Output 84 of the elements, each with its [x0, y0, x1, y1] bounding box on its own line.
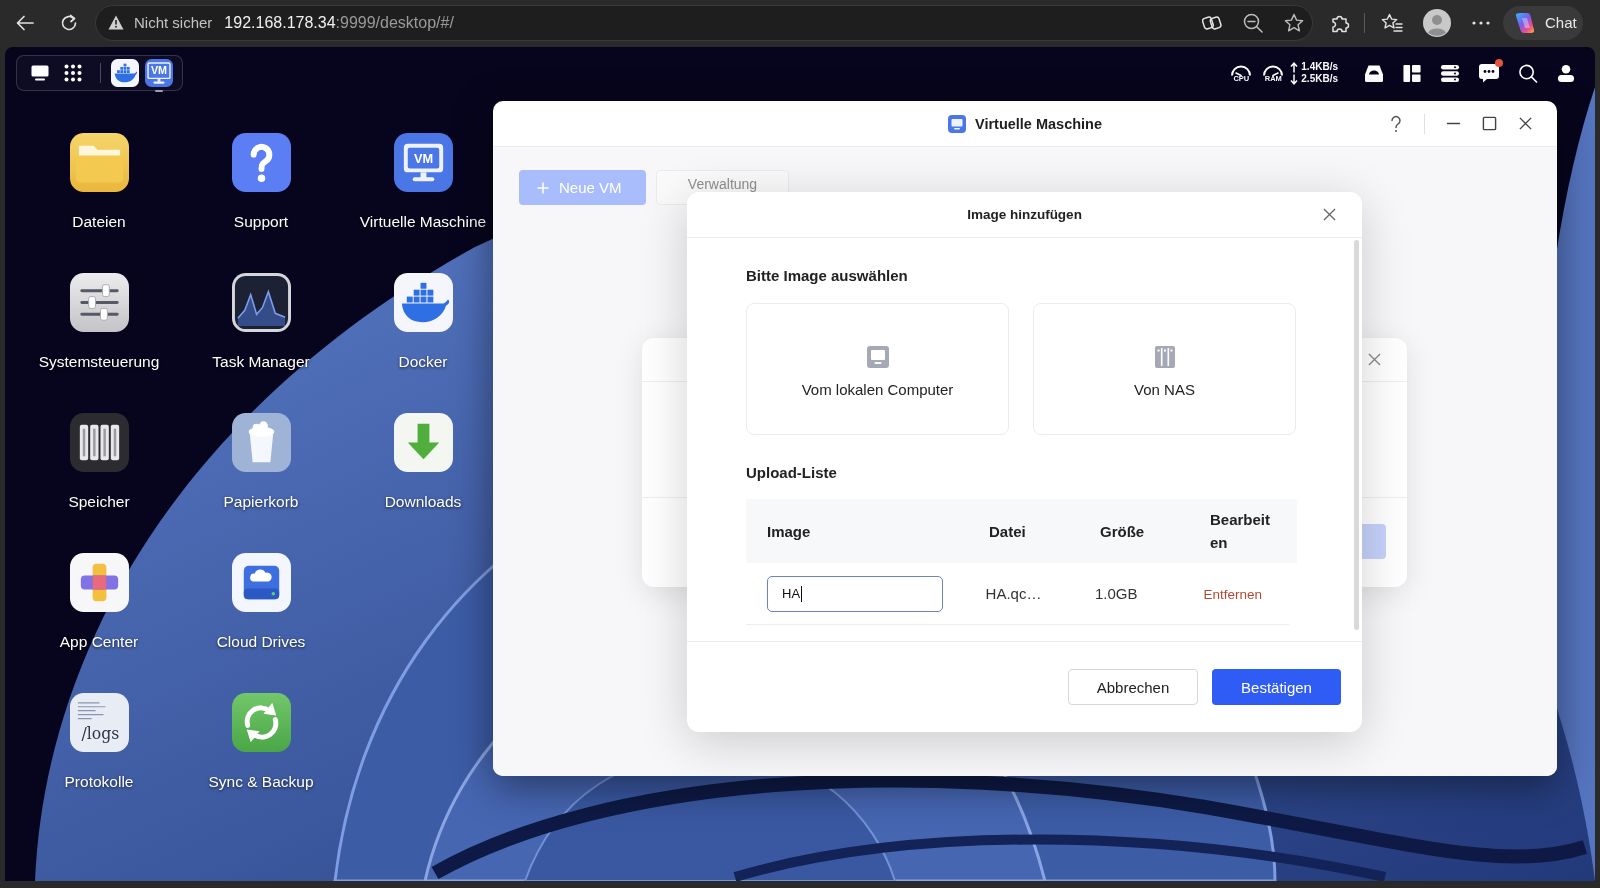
arrow-down-icon	[1290, 73, 1299, 85]
confirm-button[interactable]: Bestätigen	[1212, 669, 1341, 705]
app-label[interactable]: Support	[233, 213, 289, 231]
remove-link[interactable]: Entfernen	[1203, 587, 1263, 602]
sync-arrows-icon[interactable]	[231, 693, 291, 752]
app-label[interactable]: Protokolle	[64, 773, 134, 791]
logo-text: VM	[150, 64, 168, 77]
table-cell-text: HA.qc…	[984, 585, 1043, 602]
favorites-icon[interactable]	[1381, 12, 1403, 33]
help-icon[interactable]	[1390, 114, 1402, 133]
question-mark-icon[interactable]	[231, 133, 291, 192]
sliders-icon[interactable]	[69, 273, 129, 332]
folder-icon[interactable]	[69, 133, 129, 192]
app-label[interactable]: Papierkorb	[223, 493, 299, 511]
close-icon[interactable]	[1323, 208, 1336, 221]
maximize-icon[interactable]	[1482, 116, 1497, 131]
app-label[interactable]: Systemsteuerung	[38, 353, 160, 371]
reload-icon[interactable]	[60, 13, 78, 32]
more-icon[interactable]	[1472, 20, 1490, 25]
app-label[interactable]: Dateien	[72, 213, 126, 231]
address-bar[interactable]: Nicht sicher 192.168.178.34:9999/desktop/#/	[95, 4, 1313, 41]
back-arrow-icon[interactable]	[16, 14, 34, 31]
app-label[interactable]: App Center	[59, 633, 139, 651]
column-header: Image	[766, 521, 812, 542]
dialog-title: Image hinzufügen	[967, 207, 1082, 222]
trash-bin-icon[interactable]	[231, 413, 291, 472]
source-option[interactable]: Vom lokalen Computer	[746, 303, 1009, 435]
security-label: Nicht sicher	[134, 14, 213, 31]
monitor-icon	[947, 114, 966, 133]
app-label[interactable]: Speicher	[68, 493, 130, 511]
window-title: Virtuelle Maschine	[974, 115, 1103, 132]
zoom-out-icon[interactable]	[1243, 12, 1263, 33]
app-label[interactable]: Virtuelle Maschine	[359, 213, 487, 231]
star-icon[interactable]	[1284, 12, 1304, 33]
sidebar-layout-icon[interactable]	[1402, 63, 1422, 83]
gauge-icon	[1230, 63, 1253, 76]
desktop-icon[interactable]	[31, 65, 49, 81]
whale-icon[interactable]	[111, 59, 139, 87]
log-file-icon[interactable]	[69, 693, 129, 752]
overlapping-shapes-icon[interactable]	[69, 553, 129, 612]
app-label[interactable]: Docker	[398, 353, 448, 371]
upload-speed: 1.4KB/s	[1301, 61, 1338, 73]
monitor-icon[interactable]	[393, 133, 453, 192]
section-heading: Upload-Liste	[746, 463, 838, 483]
server-list-icon[interactable]	[1440, 63, 1460, 83]
warning-icon	[108, 15, 124, 30]
column-header: Größe	[1099, 521, 1146, 542]
arrow-up-icon	[1290, 61, 1299, 73]
image-name-field[interactable]: HA	[767, 575, 943, 612]
drive-bays-icon[interactable]	[69, 413, 129, 472]
scrollbar[interactable]	[1354, 240, 1359, 630]
gauge-icon	[1262, 63, 1285, 76]
source-label: Vom lokalen Computer	[801, 381, 954, 398]
chat-button[interactable]: Chat	[1503, 5, 1583, 40]
drive-bays-icon	[1152, 345, 1177, 369]
source-label: Von NAS	[1134, 381, 1195, 398]
download-speed: 2.5KB/s	[1301, 73, 1338, 85]
apps-grid-icon[interactable]	[64, 64, 82, 82]
text-cursor-icon	[801, 585, 803, 602]
section-heading: Bitte Image auswählen	[746, 266, 909, 286]
ribbon-logo-icon	[1513, 10, 1537, 35]
close-icon[interactable]	[1518, 116, 1533, 131]
app-label[interactable]: Task Manager	[212, 353, 310, 371]
app-label[interactable]: Cloud Drives	[216, 633, 306, 651]
logo-text: VM	[413, 151, 433, 167]
app-label[interactable]: Sync & Backup	[208, 773, 314, 791]
column-header: Datei	[988, 521, 1027, 542]
cancel-button[interactable]: Abbrechen	[1068, 669, 1198, 705]
plus-icon	[537, 181, 549, 194]
logo-text: /logs	[81, 724, 119, 744]
drive-icon[interactable]	[1364, 63, 1384, 83]
source-option[interactable]: Von NAS	[1033, 303, 1296, 435]
column-header: Bearbeiten	[1209, 510, 1272, 553]
app-label[interactable]: Downloads	[384, 493, 462, 511]
computer-icon	[865, 345, 890, 369]
avatar-icon[interactable]	[1423, 8, 1451, 37]
monitor-icon[interactable]	[145, 59, 173, 87]
table-cell-text: 1.0GB	[1094, 585, 1139, 602]
chart-icon[interactable]	[231, 273, 291, 332]
cloud-drive-icon[interactable]	[231, 553, 291, 612]
user-icon[interactable]	[1556, 63, 1576, 83]
search-icon[interactable]	[1518, 63, 1538, 83]
chat-icon[interactable]	[1478, 63, 1500, 83]
url-text: 192.168.178.34:9999/desktop/#/	[224, 13, 454, 32]
